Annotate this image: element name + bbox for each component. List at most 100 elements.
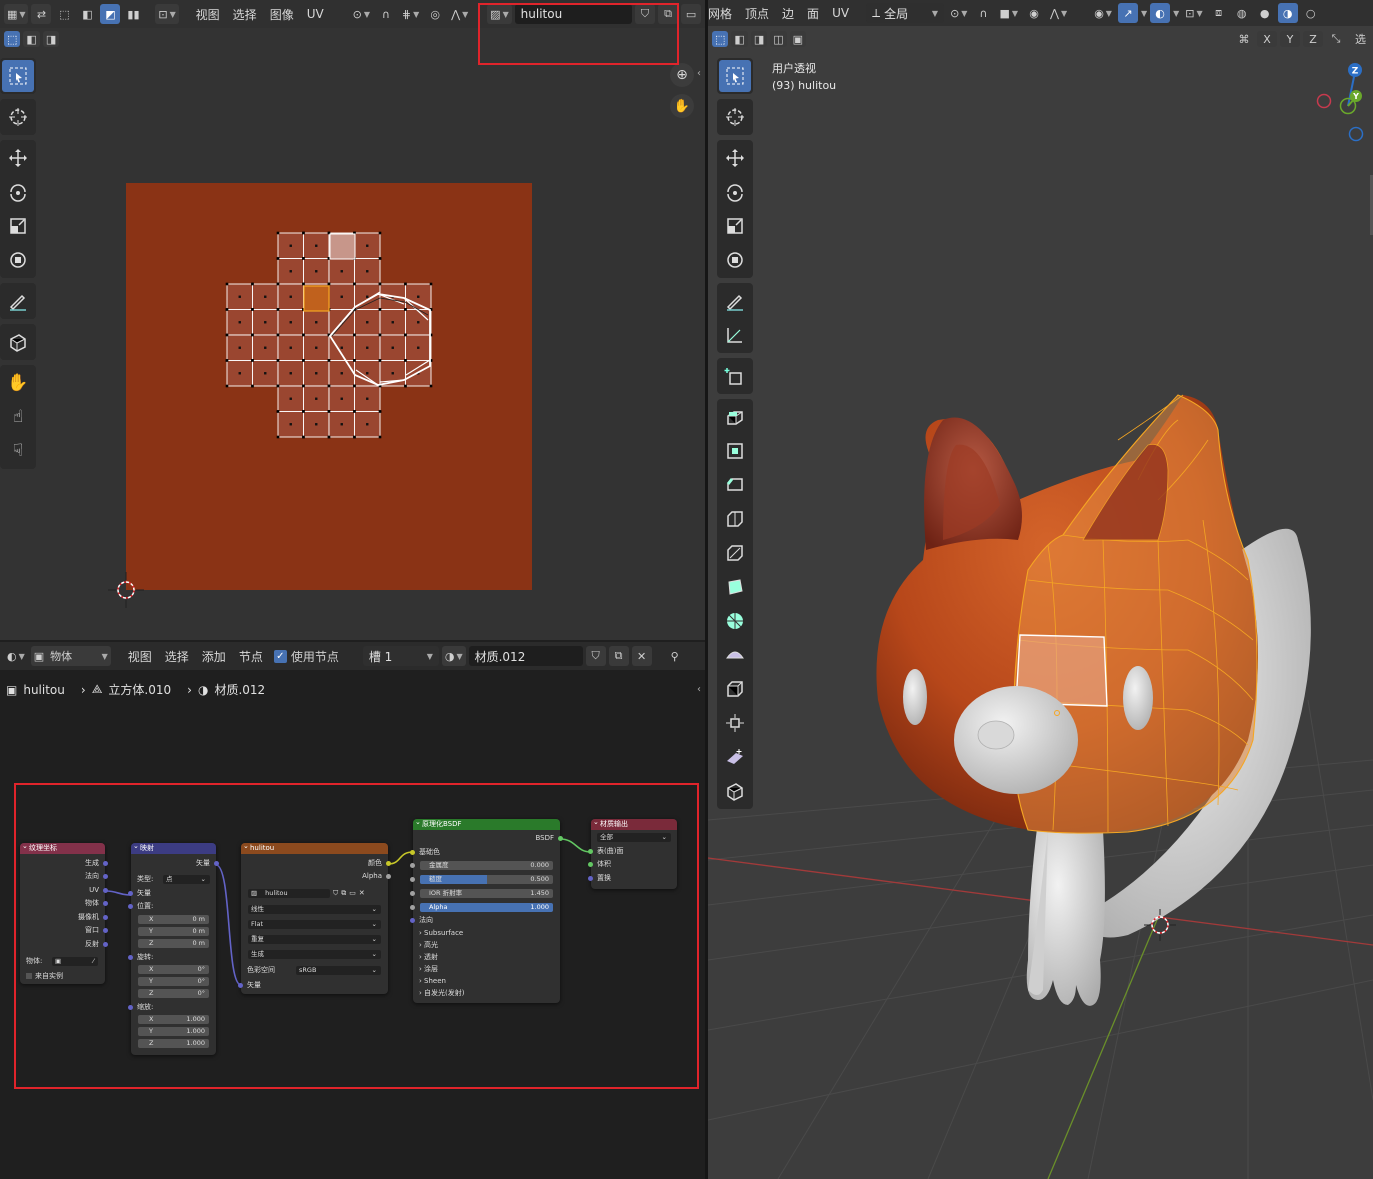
scale-z[interactable]: Z 1.000 bbox=[138, 1039, 209, 1048]
alpha-field[interactable]: Alpha 1.000 bbox=[420, 903, 553, 912]
rotation-z[interactable]: Z 0° bbox=[138, 989, 209, 998]
socket-vector[interactable] bbox=[214, 861, 219, 866]
tool-rotate[interactable] bbox=[2, 176, 34, 208]
socket-vector[interactable] bbox=[410, 918, 415, 923]
socket-vector[interactable] bbox=[128, 904, 133, 909]
socket-vector[interactable] bbox=[103, 928, 108, 933]
socket-vector[interactable] bbox=[103, 861, 108, 866]
close-icon[interactable]: ✕ bbox=[359, 889, 365, 898]
socket-float[interactable] bbox=[410, 863, 415, 868]
editor-type-button[interactable]: ▦ ▼ bbox=[4, 4, 29, 24]
pivot-point-button[interactable]: ⊙ ▼ bbox=[350, 4, 373, 24]
location-x[interactable]: X 0 m bbox=[138, 915, 209, 924]
extension-select[interactable]: 重复 ⌄ bbox=[248, 935, 381, 944]
metallic-field[interactable]: 金属度 0.000 bbox=[420, 861, 553, 870]
right-eye[interactable] bbox=[1123, 666, 1153, 730]
menu-uv[interactable]: UV bbox=[302, 7, 329, 21]
panel-transmission[interactable]: › 透射 bbox=[413, 953, 560, 962]
socket-vector[interactable] bbox=[588, 876, 593, 881]
socket-shader[interactable] bbox=[588, 862, 593, 867]
face-select-mode[interactable]: ◩ bbox=[100, 4, 121, 24]
socket-float[interactable] bbox=[410, 891, 415, 896]
source-select[interactable]: 生成 ⌄ bbox=[248, 950, 381, 959]
tool-transform[interactable] bbox=[2, 244, 34, 276]
node-mapping[interactable]: 映射 矢量 类型: 点⌄ 矢量 位置: X0 m Y0 m Z0 m 旋转: X… bbox=[128, 841, 219, 1055]
zoom-button[interactable]: ⊕ bbox=[670, 63, 694, 87]
socket-vector[interactable] bbox=[103, 942, 108, 947]
tool-grab[interactable]: ✋ bbox=[2, 367, 34, 399]
node-material-output[interactable]: 材质输出 全部 ⌄ 表(曲)面 体积 置换 bbox=[588, 817, 677, 889]
output-target-select[interactable]: 全部 ⌄ bbox=[597, 833, 671, 842]
select-box-mode-extend[interactable]: ◧ bbox=[23, 31, 40, 47]
socket-vector[interactable] bbox=[128, 891, 133, 896]
node-header[interactable]: 映射 bbox=[131, 841, 216, 854]
socket-color[interactable] bbox=[386, 861, 391, 866]
image-name-field[interactable]: hulitou bbox=[514, 4, 633, 24]
panel-emission[interactable]: › 自发光(发射) bbox=[413, 989, 560, 998]
island-select-mode[interactable]: ▮▮ bbox=[123, 4, 143, 24]
scale-x[interactable]: X 1.000 bbox=[138, 1015, 209, 1024]
image-datablock[interactable]: ▨ hulitou bbox=[248, 889, 330, 898]
socket-float[interactable] bbox=[410, 905, 415, 910]
snout-mesh[interactable] bbox=[954, 686, 1078, 794]
viewport-scene[interactable] bbox=[708, 0, 1373, 1179]
tool-rip-region[interactable] bbox=[2, 326, 34, 358]
panel-specular[interactable]: › 高光 bbox=[413, 941, 560, 950]
pan-button[interactable]: ✋ bbox=[670, 94, 694, 118]
proportional-edit-toggle[interactable]: ◎ bbox=[425, 4, 445, 24]
sync-selection-toggle[interactable]: ⇄ bbox=[31, 4, 52, 24]
vertex-select-mode[interactable]: ⬚ bbox=[54, 4, 74, 24]
socket-vector[interactable] bbox=[128, 955, 133, 960]
panel-subsurface[interactable]: › Subsurface bbox=[413, 929, 560, 938]
tool-select-box[interactable] bbox=[2, 60, 34, 92]
proportional-falloff-button[interactable]: ⋀ ▼ bbox=[448, 4, 471, 24]
left-eye[interactable] bbox=[903, 669, 927, 725]
snap-target-button[interactable]: ⋕ ▼ bbox=[399, 4, 422, 24]
tool-pinch[interactable]: ☟ bbox=[2, 435, 34, 467]
tool-annotate[interactable] bbox=[2, 285, 34, 317]
menu-view[interactable]: 视图 bbox=[191, 6, 225, 23]
projection-select[interactable]: Flat ⌄ bbox=[248, 920, 381, 929]
socket-vector[interactable] bbox=[238, 983, 243, 988]
scale-y[interactable]: Y 1.000 bbox=[138, 1027, 209, 1036]
node-texture-coordinate[interactable]: 纹理坐标 生成 法向 UV 物体 摄像机 窗口 反射 物体: ▣⁄ 来自实例 bbox=[20, 841, 108, 984]
socket-float[interactable] bbox=[410, 877, 415, 882]
shield-icon[interactable]: ⛉ bbox=[333, 889, 338, 898]
new-image-button[interactable]: ⧉ bbox=[658, 4, 679, 24]
roughness-field[interactable]: 糙度 0.500 bbox=[420, 875, 553, 884]
socket-shader[interactable] bbox=[588, 849, 593, 854]
tool-scale[interactable] bbox=[2, 210, 34, 242]
fake-user-button[interactable]: ⛉ bbox=[635, 4, 656, 24]
socket-vector[interactable] bbox=[103, 874, 108, 879]
node-principled-bsdf[interactable]: 原理化BSDF BSDF 基础色 金属度 0.000 糙度 0.500 IOR 折射… bbox=[410, 817, 563, 1003]
tool-relax[interactable]: ☝ bbox=[2, 401, 34, 433]
from-instancer-checkbox[interactable]: 来自实例 bbox=[20, 972, 105, 981]
uv-face-selected[interactable] bbox=[303, 285, 330, 312]
uv-face-light[interactable] bbox=[329, 233, 356, 260]
object-picker[interactable]: ▣ ⁄ bbox=[52, 957, 98, 966]
rotation-x[interactable]: X 0° bbox=[138, 965, 209, 974]
socket-vector[interactable] bbox=[103, 915, 108, 920]
panel-coat[interactable]: › 涂层 bbox=[413, 965, 560, 974]
sticky-selection-button[interactable]: ⊡ ▼ bbox=[155, 4, 179, 24]
select-box-mode-subtract[interactable]: ◨ bbox=[42, 31, 60, 47]
image-browse-button[interactable]: ▨ ▼ bbox=[487, 4, 512, 24]
node-image-texture[interactable]: hulitou 颜色 Alpha ▨ hulitou ⛉⧉▭✕ 线性 ⌄ Flat ⌄… bbox=[238, 841, 391, 994]
node-header[interactable]: 材质输出 bbox=[591, 817, 677, 830]
folder-icon[interactable]: ▭ bbox=[349, 889, 356, 898]
panel-sheen[interactable]: › Sheen bbox=[413, 977, 560, 986]
socket-shader[interactable] bbox=[558, 836, 563, 841]
node-header[interactable]: 原理化BSDF bbox=[413, 817, 560, 830]
tool-move[interactable] bbox=[2, 142, 34, 174]
socket-vector[interactable] bbox=[103, 901, 108, 906]
node-header[interactable]: 纹理坐标 bbox=[20, 841, 105, 854]
socket-float[interactable] bbox=[386, 874, 391, 879]
rotation-y[interactable]: Y 0° bbox=[138, 977, 209, 986]
nose-mesh[interactable] bbox=[977, 720, 1015, 750]
mapping-type-select[interactable]: 点 ⌄ bbox=[163, 875, 210, 884]
tool-cursor[interactable] bbox=[2, 101, 34, 133]
open-image-button[interactable]: ▭ bbox=[681, 4, 702, 24]
node-header[interactable]: hulitou bbox=[241, 841, 388, 854]
socket-color[interactable] bbox=[410, 850, 415, 855]
uv-canvas[interactable] bbox=[100, 170, 560, 610]
